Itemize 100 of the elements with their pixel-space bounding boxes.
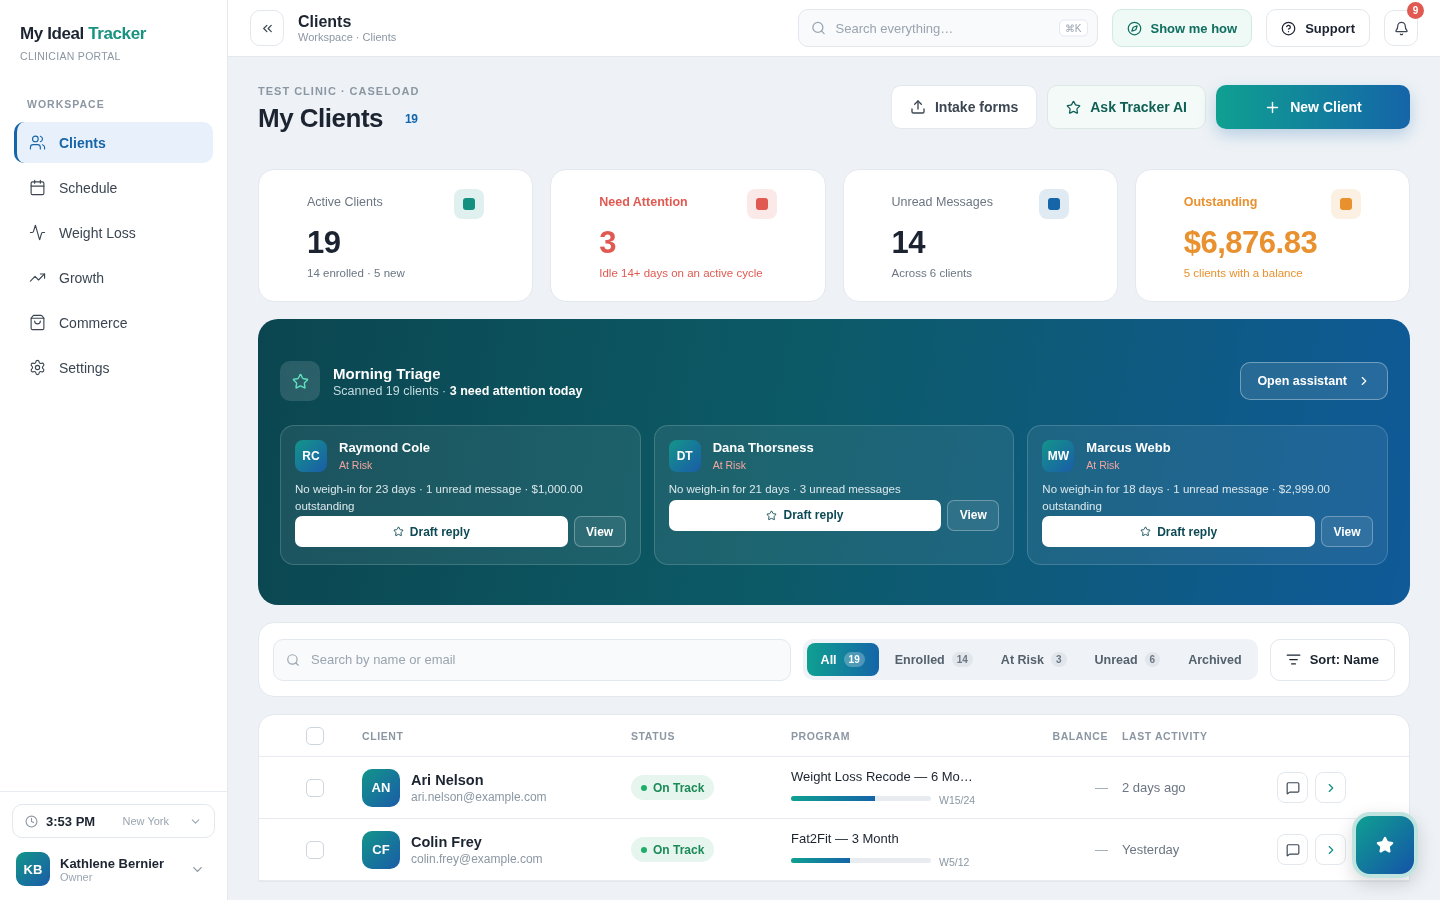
draft-reply-button[interactable]: Draft reply (295, 516, 568, 548)
column-header: CLIENT (362, 729, 405, 742)
bag-icon (29, 314, 46, 331)
stat-note: 5 clients with a balance (1183, 267, 1304, 279)
section-label: WORKSPACE (27, 98, 106, 110)
assistant-button[interactable] (1352, 812, 1418, 878)
settings-icon (29, 359, 46, 376)
pulse-icon (29, 224, 46, 241)
client-avatar: AN (362, 768, 400, 807)
triage-summary: Scanned 19 clients · 3 need attention today (333, 383, 583, 398)
row-checkbox[interactable] (306, 840, 324, 859)
filter-tab[interactable]: Enrolled 14 (882, 643, 985, 676)
nav-item[interactable]: Schedule (14, 167, 213, 208)
help-icon (1281, 20, 1297, 36)
search-icon (810, 20, 826, 36)
message-icon (1285, 842, 1300, 857)
filter-tab[interactable]: Archived (1176, 643, 1254, 676)
client-avatar: CF (362, 830, 400, 869)
balance-cell-text: — (1094, 780, 1108, 795)
client-search-field[interactable]: Search by name or email (273, 638, 791, 681)
nav-item[interactable]: Commerce (14, 302, 213, 343)
filter-tab[interactable]: Unread 6 (1082, 643, 1173, 676)
stat-icon (1331, 189, 1361, 219)
action-button[interactable]: Intake forms (891, 85, 1038, 129)
user-name: Kathlene Bernier (60, 855, 166, 871)
view-button[interactable]: View (573, 516, 626, 548)
week-label: W5/12 (939, 856, 970, 868)
client-name: Ari Nelson (411, 771, 485, 788)
view-button[interactable]: View (947, 499, 1000, 531)
row-checkbox[interactable] (306, 778, 324, 797)
client-status: At Risk (1086, 459, 1121, 471)
stat-label: Need Attention (599, 195, 689, 209)
program-name: Fat2Fit — 3 Month (791, 831, 900, 846)
compass-icon (1126, 20, 1142, 36)
client-email: ari.nelson@example.com (411, 789, 547, 804)
last-activity: Yesterday (1121, 842, 1181, 857)
stat-value: $6,876.83 (1183, 225, 1319, 261)
triage-detail: No weigh-in for 21 days · 3 unread messages (668, 482, 902, 497)
nav-item[interactable]: Weight Loss (14, 212, 213, 253)
search-icon (286, 652, 300, 667)
filter-tab[interactable]: All 19 (806, 643, 879, 676)
stat-label: Outstanding (1183, 195, 1259, 209)
timezone-selector[interactable]: 3:53 PM New York (12, 804, 215, 838)
star-icon (1140, 526, 1152, 538)
client-avatar: MW (1042, 440, 1075, 472)
star-icon (1066, 99, 1082, 115)
heading: My Clients (258, 103, 384, 134)
message-button[interactable] (1277, 772, 1308, 803)
star-icon (766, 509, 778, 521)
stat-label: Active Clients (307, 195, 384, 209)
stat-note: 14 enrolled · 5 new (307, 267, 406, 279)
status-pill: On Track (631, 837, 715, 862)
filter-tab[interactable]: At Risk 3 (988, 643, 1079, 676)
triage-detail: No weigh-in for 23 days · 1 unread message · $1,000.00 outstanding (295, 482, 584, 514)
select-all-checkbox[interactable] (306, 726, 324, 745)
client-email: colin.frey@example.com (411, 851, 543, 866)
client-avatar: RC (295, 440, 327, 472)
status-pill: On Track (631, 775, 715, 800)
stat-note: Across 6 clients (891, 267, 974, 279)
client-name: Colin Frey (411, 833, 483, 850)
client-avatar: DT (668, 440, 701, 472)
brand-name: My Ideal Tracker (20, 24, 147, 44)
view-button[interactable]: View (1321, 516, 1373, 548)
clock-icon (25, 814, 38, 828)
nav-item[interactable]: Clients (14, 122, 213, 163)
eyebrow-label: TEST CLINIC · CASELOAD (258, 85, 421, 97)
week-label: W15/24 (939, 794, 976, 806)
nav-item[interactable]: Settings (14, 347, 213, 388)
open-assistant-button[interactable]: Open assistant (1240, 362, 1388, 400)
notification-count: 9 (1407, 2, 1424, 19)
client-status: At Risk (712, 459, 747, 471)
last-activity: 2 days ago (1121, 780, 1187, 795)
users-icon (29, 134, 46, 151)
bell-icon (1393, 20, 1409, 36)
stat-note: Idle 14+ days on an active cycle (599, 267, 764, 279)
calendar-icon (29, 179, 46, 196)
nav-item[interactable]: Growth (14, 257, 213, 298)
column-header: PROGRAM (791, 729, 852, 742)
support-button[interactable]: Support (1266, 9, 1370, 47)
stat-label: Unread Messages (891, 195, 994, 209)
user-avatar: KB (16, 852, 50, 886)
stat-icon (454, 189, 485, 219)
draft-reply-button[interactable]: Draft reply (1042, 516, 1315, 548)
action-button[interactable]: Ask Tracker AI (1047, 85, 1206, 129)
user-role: Owner (60, 870, 94, 883)
client-count: 19 (401, 108, 422, 129)
triage-detail: No weigh-in for 18 days · 1 unread message · $2,999.00 outstanding (1042, 482, 1331, 514)
column-header: BALANCE (1051, 729, 1108, 742)
guide-button[interactable]: Show me how (1111, 9, 1253, 47)
star-icon (392, 526, 404, 538)
message-button[interactable] (1277, 834, 1308, 865)
column-header: STATUS (631, 729, 677, 742)
action-button[interactable]: New Client (1216, 85, 1410, 129)
client-status: At Risk (339, 459, 374, 471)
stat-value: 19 (307, 225, 342, 261)
collapse-button[interactable] (250, 10, 284, 46)
breadcrumb: Workspace · Clients (298, 31, 397, 43)
draft-reply-button[interactable]: Draft reply (668, 499, 942, 531)
sort-button[interactable]: Sort: Name (1269, 638, 1395, 681)
message-icon (1285, 780, 1300, 795)
